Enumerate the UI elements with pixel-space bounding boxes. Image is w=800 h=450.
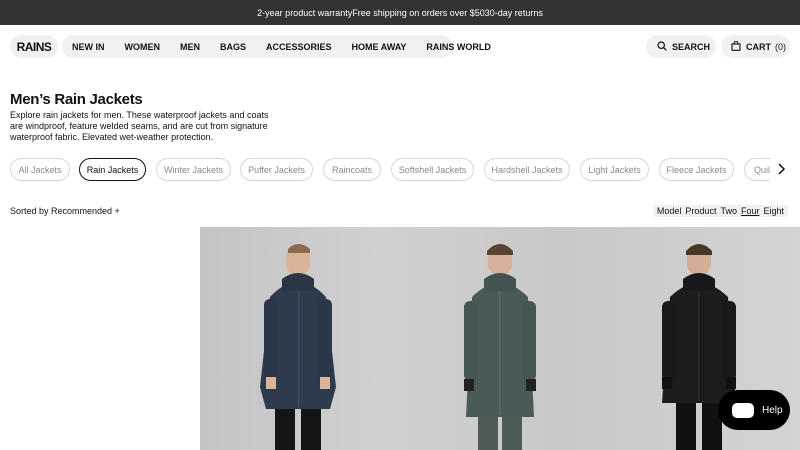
nav-rains-world[interactable]: RAINS WORLD xyxy=(426,42,491,52)
chip-raincoats[interactable]: Raincoats xyxy=(323,158,381,181)
chip-hardshell-jackets[interactable]: Hardshell Jackets xyxy=(484,158,570,181)
product-card[interactable] xyxy=(400,227,600,450)
view-product[interactable]: Product xyxy=(683,206,718,216)
cart-button[interactable]: CART (0) xyxy=(721,35,790,58)
view-model[interactable]: Model xyxy=(655,206,684,216)
chat-icon xyxy=(732,402,754,418)
chip-fleece-jackets[interactable]: Fleece Jackets xyxy=(659,158,734,181)
nav-new-in[interactable]: NEW IN xyxy=(72,42,105,52)
category-filter-bar: All Jackets Rain Jackets Winter Jackets … xyxy=(10,158,770,181)
view-switcher: Model Product Two Four Eight xyxy=(652,205,788,217)
search-label: SEARCH xyxy=(672,41,711,52)
chip-puffer-jackets[interactable]: Puffer Jackets xyxy=(240,158,313,181)
product-grid xyxy=(200,227,800,450)
cart-label: CART xyxy=(746,41,771,52)
announcement-text: 2-year product warrantyFree shipping on … xyxy=(257,7,543,18)
nav-home-away[interactable]: HOME AWAY xyxy=(352,42,407,52)
nav-accessories[interactable]: ACCESSORIES xyxy=(266,42,332,52)
help-label: Help xyxy=(762,404,783,416)
product-image xyxy=(464,244,536,450)
chip-light-jackets[interactable]: Light Jackets xyxy=(580,158,649,181)
view-two[interactable]: Two xyxy=(718,206,739,216)
product-image xyxy=(260,244,336,450)
page-title: Men’s Rain Jackets xyxy=(10,91,143,108)
sort-dropdown[interactable]: Sorted by Recommended + xyxy=(10,206,120,216)
view-four[interactable]: Four xyxy=(739,206,762,216)
cart-count: (0) xyxy=(775,41,786,52)
help-chat-button[interactable]: Help xyxy=(718,390,790,430)
nav-women[interactable]: WOMEN xyxy=(125,42,161,52)
rains-logo[interactable]: RAINS xyxy=(10,35,58,58)
chevron-right-icon[interactable] xyxy=(774,161,788,177)
chip-winter-jackets[interactable]: Winter Jackets xyxy=(156,158,231,181)
chip-softshell-jackets[interactable]: Softshell Jackets xyxy=(391,158,474,181)
main-nav: NEW IN WOMEN MEN BAGS ACCESSORIES HOME A… xyxy=(62,35,491,58)
search-button[interactable]: SEARCH xyxy=(646,35,716,58)
chip-rain-jackets[interactable]: Rain Jackets xyxy=(79,158,146,181)
bag-icon xyxy=(731,40,741,53)
chip-all-jackets[interactable]: All Jackets xyxy=(10,158,70,181)
page-description: Explore rain jackets for men. These wate… xyxy=(10,110,269,142)
announcement-bar: 2-year product warrantyFree shipping on … xyxy=(0,0,800,25)
product-card[interactable] xyxy=(200,227,400,450)
search-icon xyxy=(657,40,667,53)
chip-quilt[interactable]: Quilt xyxy=(744,158,770,181)
view-eight[interactable]: Eight xyxy=(761,206,786,216)
nav-men[interactable]: MEN xyxy=(180,42,200,52)
nav-bags[interactable]: BAGS xyxy=(220,42,246,52)
